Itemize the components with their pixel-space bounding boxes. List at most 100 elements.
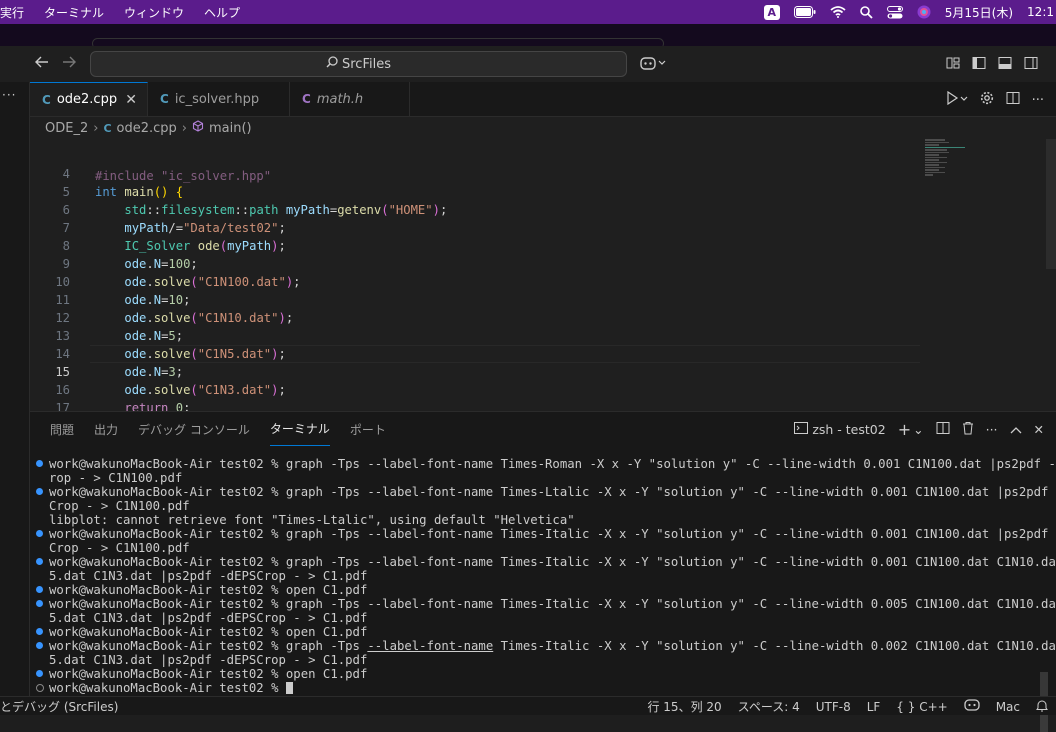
close-panel-icon[interactable]: ✕	[1034, 422, 1044, 437]
minimap[interactable]	[925, 139, 1005, 179]
tab-terminal[interactable]: ターミナル	[269, 412, 330, 446]
maximize-panel-icon[interactable]	[1010, 422, 1022, 437]
tab-ports[interactable]: ポート	[350, 412, 386, 446]
tab-ic-solver-hpp[interactable]: C ic_solver.hpp	[148, 82, 290, 116]
more-actions-icon[interactable]: ···	[1032, 93, 1044, 108]
tab-label: ic_solver.hpp	[174, 91, 260, 107]
command-success-dot[interactable]	[36, 628, 43, 635]
code-line: 7 IC_Solver ode(myPath);	[62, 221, 286, 253]
terminal-shell-label[interactable]: zsh - test02	[812, 422, 885, 437]
more-actions-icon[interactable]: ···	[986, 422, 998, 437]
spotlight-search-icon[interactable]	[859, 5, 873, 19]
chevron-right-icon: ›	[181, 120, 187, 136]
command-center-search[interactable]: SrcFiles	[90, 51, 627, 77]
editor-tab-bar: C ode2.cpp ✕ C ic_solver.hpp C math.h ··…	[30, 82, 1056, 117]
terminal-prompt-line[interactable]: work@wakunoMacBook-Air test02 %	[49, 681, 293, 695]
customize-layout-icon[interactable]	[946, 55, 960, 74]
code-line: 8 ode.N=100;	[62, 239, 198, 271]
control-center-icon[interactable]	[886, 5, 903, 19]
toggle-panel-icon[interactable]	[998, 55, 1012, 74]
toggle-primary-sidebar-icon[interactable]	[972, 55, 986, 74]
terminal-line: work@wakunoMacBook-Air test02 % graph -T…	[49, 639, 1056, 653]
gear-icon[interactable]	[980, 91, 994, 109]
menubar-time[interactable]: 12:1	[1027, 5, 1054, 19]
terminal-line: libplot: cannot retrieve font "Times-Lta…	[49, 513, 575, 527]
status-eol[interactable]: LF	[867, 700, 881, 714]
command-success-dot[interactable]	[36, 670, 43, 677]
more-actions-icon[interactable]: ···	[2, 88, 16, 102]
command-success-dot[interactable]	[36, 460, 43, 467]
input-method-icon[interactable]: A	[763, 4, 780, 20]
menubar-date[interactable]: 5月15日(木)	[945, 4, 1013, 21]
menu-help[interactable]: ヘルプ	[194, 4, 250, 21]
new-terminal-icon[interactable]: +	[898, 420, 911, 439]
status-cursor-position[interactable]: 行 15、列 20	[647, 698, 721, 715]
close-icon[interactable]: ✕	[125, 92, 137, 108]
chevron-right-icon: ›	[93, 120, 99, 136]
terminal-line: work@wakunoMacBook-Air test02 % graph -T…	[49, 485, 1056, 499]
terminal-output[interactable]: work@wakunoMacBook-Air test02 % graph -T…	[30, 452, 1056, 732]
cpp-file-icon: C	[42, 92, 51, 107]
split-terminal-icon[interactable]	[936, 421, 950, 438]
breadcrumb-symbol[interactable]: main()	[209, 121, 252, 136]
run-debug-icon[interactable]	[946, 90, 968, 109]
command-success-dot[interactable]	[36, 558, 43, 565]
status-encoding[interactable]: UTF-8	[816, 700, 851, 714]
wifi-icon[interactable]	[830, 6, 846, 18]
breadcrumb-file[interactable]: ode2.cpp	[117, 121, 177, 136]
status-indentation[interactable]: スペース: 4	[738, 698, 800, 715]
terminal-line: work@wakunoMacBook-Air test02 % graph -T…	[49, 457, 1056, 471]
cpp-file-icon: C	[103, 121, 112, 135]
editor-scrollbar[interactable]	[1046, 139, 1056, 269]
command-success-dot[interactable]	[36, 600, 43, 607]
terminal-line: 5.dat C1N3.dat |ps2pdf -dEPSCrop - > C1.…	[49, 611, 368, 625]
tab-debug-console[interactable]: デバッグ コンソール	[138, 412, 250, 446]
status-run-debug[interactable]: とデバッグ (SrcFiles)	[0, 698, 118, 715]
tab-math-h[interactable]: C math.h	[290, 82, 410, 116]
code-editor[interactable]: #include "ic_solver.hpp" 4 int main() { …	[30, 139, 1056, 411]
tab-ode2-cpp[interactable]: C ode2.cpp ✕	[30, 82, 148, 116]
trash-icon[interactable]	[962, 421, 974, 438]
terminal-line: Crop - > C1N100.pdf	[49, 499, 190, 513]
code-line: 16 return 0;	[55, 383, 191, 411]
menu-window[interactable]: ウィンドウ	[114, 4, 194, 21]
command-success-dot[interactable]	[36, 586, 43, 593]
back-arrow-icon[interactable]	[35, 54, 49, 73]
command-pending-dot[interactable]	[36, 684, 44, 692]
chevron-down-icon[interactable]: ⌄	[913, 422, 923, 437]
code-line: 6 myPath/="Data/test02";	[62, 203, 286, 235]
search-label: SrcFiles	[342, 56, 391, 72]
menu-run[interactable]: 実行	[0, 4, 34, 21]
tab-output[interactable]: 出力	[94, 412, 118, 446]
code-line: 4 int main() {	[62, 167, 184, 199]
terminal-line: 5.dat C1N3.dat |ps2pdf -dEPSCrop - > C1.…	[49, 569, 368, 583]
status-platform[interactable]: Mac	[996, 700, 1020, 714]
toggle-secondary-sidebar-icon[interactable]	[1024, 55, 1038, 74]
terminal-line: work@wakunoMacBook-Air test02 % graph -T…	[49, 527, 1056, 541]
menu-terminal[interactable]: ターミナル	[34, 4, 114, 21]
status-bar: とデバッグ (SrcFiles) 行 15、列 20 スペース: 4 UTF-8…	[0, 696, 1056, 715]
forward-arrow-icon[interactable]	[62, 54, 76, 73]
bell-icon[interactable]	[1036, 699, 1048, 715]
copilot-status-icon[interactable]	[964, 699, 980, 714]
bottom-panel: 問題 出力 デバッグ コンソール ターミナル ポート zsh - test02 …	[30, 411, 1056, 732]
split-editor-icon[interactable]	[1006, 91, 1020, 109]
command-success-dot[interactable]	[36, 488, 43, 495]
battery-icon[interactable]	[793, 6, 816, 18]
copilot-icon[interactable]	[640, 55, 666, 75]
header-file-icon: C	[302, 92, 311, 106]
breadcrumb-folder[interactable]: ODE_2	[45, 121, 88, 136]
terminal-line: 5.dat C1N3.dat |ps2pdf -dEPSCrop - > C1.…	[49, 653, 368, 667]
siri-icon[interactable]	[917, 5, 931, 19]
status-language[interactable]: { } C++	[896, 700, 947, 714]
command-success-dot[interactable]	[36, 530, 43, 537]
tab-problems[interactable]: 問題	[50, 412, 74, 446]
window-background	[0, 24, 1056, 49]
terminal-line: Crop - > C1N100.pdf	[49, 541, 190, 555]
code-line: 14 ode.N=3;	[55, 347, 184, 379]
command-success-dot[interactable]	[36, 642, 43, 649]
terminal-line: work@wakunoMacBook-Air test02 % graph -T…	[49, 597, 1056, 611]
code-line: 11 ode.solve("C1N10.dat");	[55, 293, 294, 325]
terminal-line: work@wakunoMacBook-Air test02 % open C1.…	[49, 667, 368, 681]
code-line: 5 std::filesystem::path myPath=getenv("H…	[62, 185, 448, 217]
